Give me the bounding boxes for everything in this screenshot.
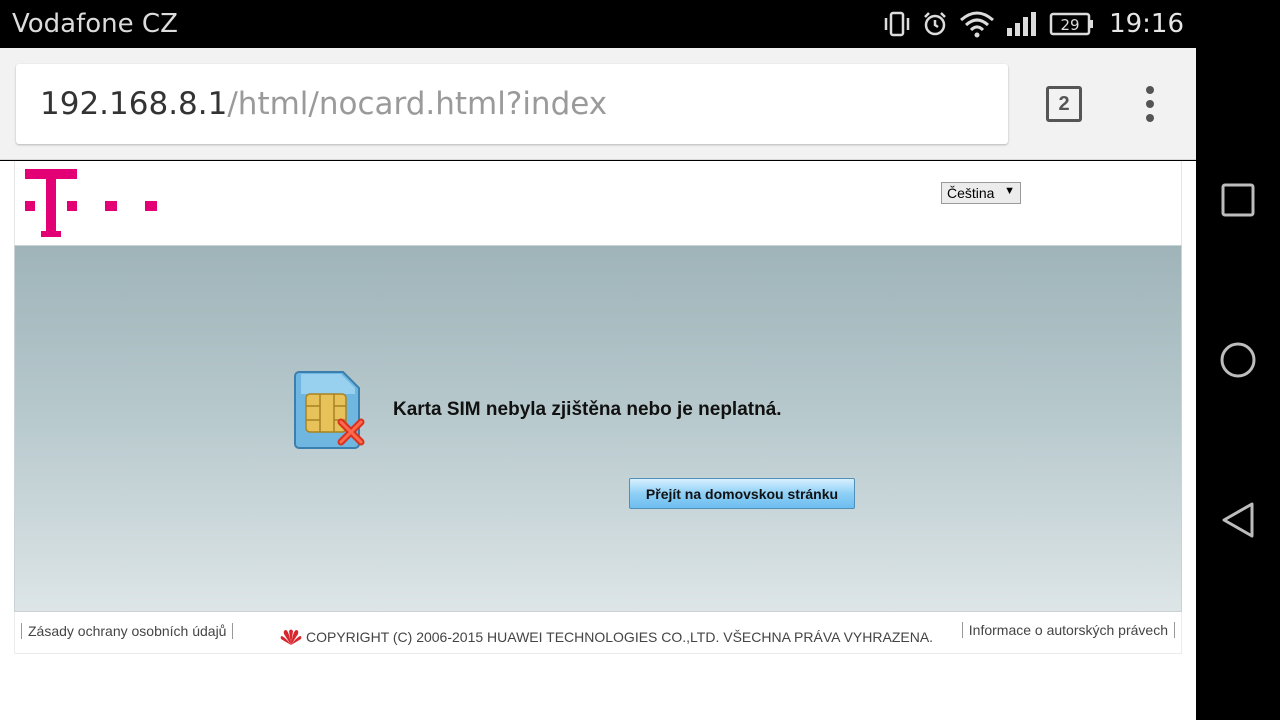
- dropdown-arrow-icon: ▼: [1004, 185, 1015, 197]
- signal-icon: [1007, 12, 1037, 36]
- vibrate-icon: [884, 11, 910, 37]
- sim-card-error-icon: [294, 371, 365, 449]
- back-icon: [1222, 502, 1254, 538]
- tab-switcher-button[interactable]: 2: [1046, 86, 1082, 122]
- clock: 19:16: [1109, 9, 1184, 39]
- status-icons: 29 19:16: [883, 8, 1184, 40]
- home-button[interactable]: [1214, 336, 1262, 384]
- privacy-policy-link[interactable]: Zásady ochrany osobních údajů: [21, 623, 234, 639]
- url-host: 192.168.8.1: [40, 86, 228, 122]
- main-content: Karta SIM nebyla zjištěna nebo je neplat…: [14, 245, 1182, 612]
- battery-level: 29: [1061, 16, 1080, 34]
- carrier-name: Vodafone CZ: [12, 9, 178, 39]
- browser-menu-button[interactable]: [1134, 84, 1166, 124]
- copyright-text: COPYRIGHT (C) 2006-2015 HUAWEI TECHNOLOG…: [306, 629, 934, 645]
- tab-count: 2: [1058, 92, 1070, 115]
- browser-toolbar: 192.168.8.1/html/nocard.html?index 2: [0, 48, 1196, 160]
- navigation-bar: [1196, 0, 1280, 720]
- copyright: COPYRIGHT (C) 2006-2015 HUAWEI TECHNOLOG…: [280, 628, 933, 646]
- site-header: Čeština ▼: [14, 161, 1182, 245]
- wifi-icon: [960, 11, 995, 38]
- huawei-logo: [280, 629, 302, 645]
- telekom-logo: [25, 169, 157, 237]
- copyright-info-link[interactable]: Informace o autorských právech: [961, 622, 1175, 638]
- battery-icon: 29: [1049, 12, 1094, 36]
- menu-dot-icon: [1146, 100, 1154, 108]
- site-footer: Zásady ochrany osobních údajů COPYRIGHT …: [14, 612, 1182, 654]
- back-button[interactable]: [1214, 496, 1262, 544]
- error-message: Karta SIM nebyla zjištěna nebo je neplat…: [393, 399, 782, 420]
- home-icon: [1220, 342, 1256, 378]
- recents-icon: [1221, 183, 1255, 217]
- web-page: Čeština ▼ Karta SIM nebyla zjištěna nebo…: [0, 161, 1196, 720]
- address-bar[interactable]: 192.168.8.1/html/nocard.html?index: [16, 64, 1008, 144]
- language-value: Čeština: [947, 185, 995, 201]
- url-path: /html/nocard.html?index: [227, 86, 608, 122]
- menu-dot-icon: [1146, 86, 1154, 94]
- alarm-icon: [924, 12, 946, 36]
- go-home-button[interactable]: Přejít na domovskou stránku: [629, 478, 855, 509]
- status-bar: Vodafone CZ 29 19:16: [0, 0, 1196, 48]
- recents-button[interactable]: [1214, 176, 1262, 224]
- menu-dot-icon: [1146, 114, 1154, 122]
- language-select[interactable]: Čeština ▼: [941, 182, 1021, 204]
